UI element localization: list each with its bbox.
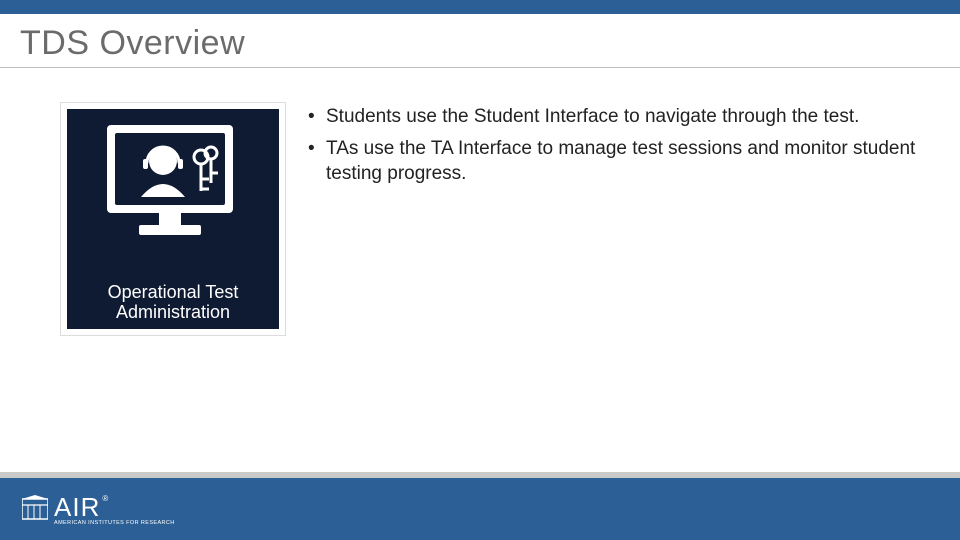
- slide-title: TDS Overview: [20, 24, 940, 63]
- list-item: TAs use the TA Interface to manage test …: [308, 136, 934, 187]
- tile-label: Operational Test Administration: [108, 282, 239, 323]
- monitor-headset-keys-icon: [93, 119, 253, 249]
- logo-main-text: AIR: [54, 492, 100, 523]
- footer-main: AIR ® AMERICAN INSTITUTES FOR RESEARCH: [0, 478, 960, 540]
- footer: AIR ® AMERICAN INSTITUTES FOR RESEARCH: [0, 472, 960, 540]
- title-row: TDS Overview: [0, 14, 960, 68]
- content-area: Operational Test Administration Students…: [0, 68, 960, 472]
- list-item: Students use the Student Interface to na…: [308, 104, 934, 130]
- slide: TDS Overview: [0, 0, 960, 540]
- operational-test-admin-tile: Operational Test Administration: [67, 109, 279, 329]
- air-logo: AIR ® AMERICAN INSTITUTES FOR RESEARCH: [22, 492, 175, 526]
- bullet-list: Students use the Student Interface to na…: [308, 102, 934, 193]
- page-number: 21: [924, 516, 940, 532]
- air-logo-mark-icon: [22, 495, 48, 523]
- tile-label-line2: Administration: [108, 302, 239, 323]
- tile-label-line1: Operational Test: [108, 282, 239, 303]
- tile-graphic: [75, 119, 271, 282]
- top-accent-bar: [0, 0, 960, 14]
- logo-registered-mark: ®: [102, 494, 109, 503]
- tile-frame: Operational Test Administration: [60, 102, 286, 336]
- air-logo-text: AIR ®: [54, 492, 175, 523]
